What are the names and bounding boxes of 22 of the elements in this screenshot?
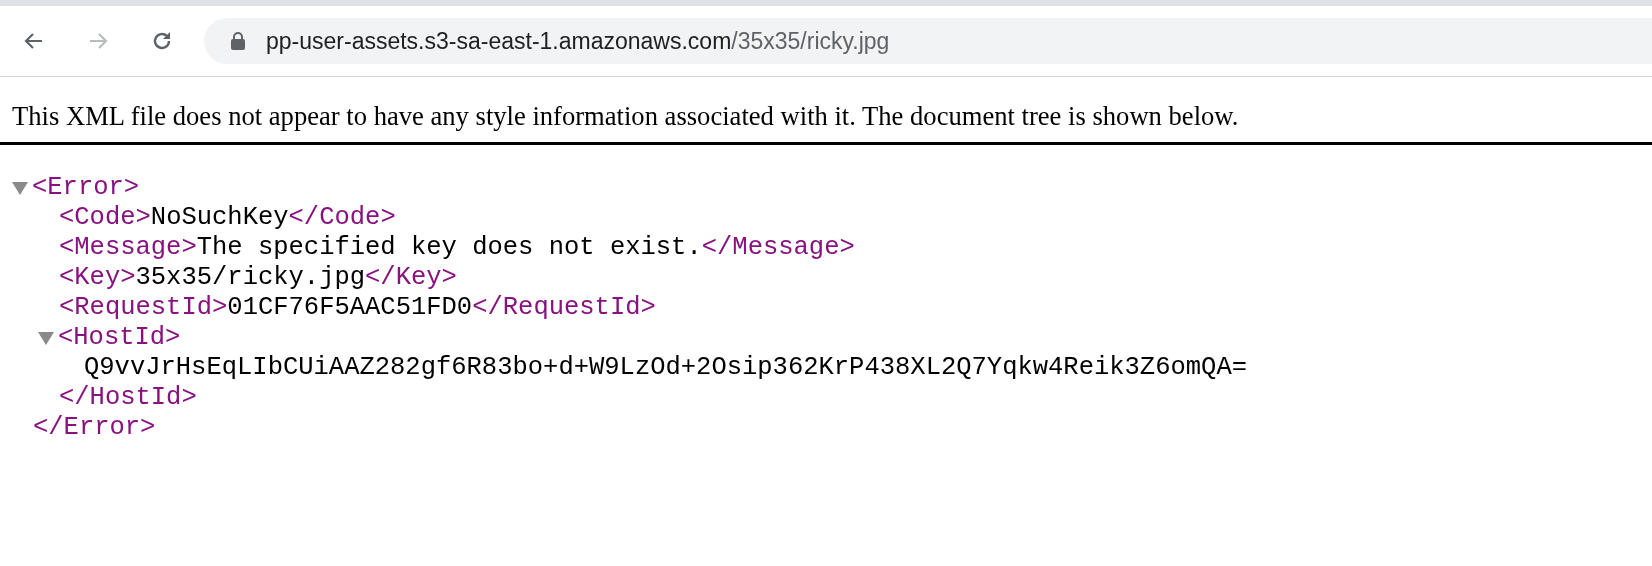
xml-tag: </Code>	[288, 203, 396, 233]
collapse-triangle-icon[interactable]	[12, 181, 28, 195]
xml-tag: </Key>	[365, 263, 457, 293]
xml-tag: <RequestId>	[59, 293, 228, 323]
xml-tag: <HostId>	[58, 323, 181, 353]
xml-tag: </RequestId>	[472, 293, 656, 323]
lock-icon[interactable]	[230, 31, 246, 51]
xml-tag: <Message>	[59, 233, 197, 263]
xml-tag: </Message>	[701, 233, 855, 263]
xml-tag: <Key>	[59, 263, 136, 293]
xml-value: The specified key does not exist.	[196, 233, 702, 263]
address-bar[interactable]: pp-user-assets.s3-sa-east-1.amazonaws.com/35x35/ricky.jpg	[204, 18, 1652, 64]
collapse-triangle-icon[interactable]	[38, 331, 54, 345]
notice-text: This XML file does not appear to have any style information associated with it. The document tree is shown below.	[12, 100, 1240, 132]
xml-value: 35x35/ricky.jpg	[135, 263, 366, 293]
xml-value: NoSuchKey	[150, 203, 289, 233]
xml-tag: <Error>	[32, 173, 140, 203]
xml-tag: </HostId>	[59, 383, 197, 413]
xml-value: Q9vvJrHsEqLIbCUiAAZ282gf6R83bo+d+W9LzOd+2Osip362KrP438XL2Q7Yqkw4Reik3Z6omQA=	[84, 353, 1247, 383]
xml-tag: </Error>	[33, 413, 156, 443]
xml-tag: <Code>	[59, 203, 151, 233]
xml-value: 01CF76F5AAC51FD0	[227, 293, 473, 323]
